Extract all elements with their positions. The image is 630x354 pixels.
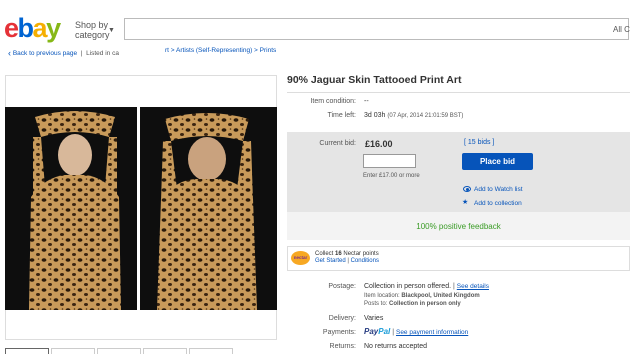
postage-text: Collection in person offered. <box>364 283 452 290</box>
back-to-previous-link[interactable]: Back to previous page <box>13 50 77 57</box>
back-arrow-icon[interactable]: ‹ <box>8 48 11 58</box>
bid-history-link[interactable]: [ 15 bids ] <box>464 139 494 146</box>
breadcrumb: ‹ Back to previous page | Listed in ca r… <box>8 47 277 58</box>
search-category-select[interactable]: All C <box>613 25 630 34</box>
time-left-label: Time left: <box>327 112 356 119</box>
condition-label: Item condition: <box>310 98 356 105</box>
time-left-value: 3d 03h (07 Apr, 2014 21:01:59 BST) <box>364 112 463 119</box>
current-price: £16.00 <box>365 139 393 149</box>
divider <box>287 92 630 93</box>
postage-label: Postage: <box>328 283 356 290</box>
returns-value: No returns accepted <box>364 343 428 350</box>
thumbnail[interactable] <box>5 348 49 354</box>
see-details-link[interactable]: See details <box>457 283 489 290</box>
thumbnail-strip <box>5 348 235 354</box>
category-path-link[interactable]: rt > Artists (Self-Representing) > Print… <box>165 47 276 54</box>
conditions-link[interactable]: Conditions <box>351 258 379 264</box>
category-label: category <box>75 30 110 40</box>
collect-suffix: Nectar points <box>341 251 379 257</box>
seller-feedback[interactable]: 100% positive feedback <box>287 222 630 231</box>
listed-in-label: Listed in ca <box>86 50 119 57</box>
search-input[interactable] <box>124 18 629 40</box>
separator: | <box>392 329 395 336</box>
returns-label: Returns: <box>329 343 356 350</box>
posts-to-value: Collection in person only <box>389 301 461 307</box>
time-left-countdown: 3d 03h <box>364 112 386 119</box>
payments-value: PayPal | See payment information <box>364 327 468 336</box>
thumbnail[interactable] <box>189 348 233 354</box>
payments-label: Payments: <box>322 329 356 336</box>
item-photo[interactable] <box>5 107 277 310</box>
current-bid-label: Current bid: <box>319 140 356 147</box>
collect-prefix: Collect <box>315 251 336 257</box>
posts-to-label: Posts to: <box>364 301 388 307</box>
place-bid-button[interactable]: Place bid <box>462 153 533 170</box>
thumbnail[interactable] <box>143 348 187 354</box>
paypal-logo: PayPal <box>364 327 390 336</box>
star-icon: ★ <box>462 199 469 206</box>
location-value: Blackpool, United Kingdom <box>401 293 480 299</box>
postage-value: Collection in person offered. | See deta… <box>364 283 489 290</box>
add-to-watch-list-link[interactable]: Add to Watch list <box>474 186 523 193</box>
paypal-part1: Pay <box>364 327 379 336</box>
posts-to: Posts to: Collection in person only <box>364 301 461 307</box>
separator: | <box>453 283 455 290</box>
eye-icon <box>463 186 471 192</box>
nectar-points-text: Collect 16 Nectar points <box>315 251 379 257</box>
get-started-link[interactable]: Get Started <box>315 258 346 264</box>
see-payment-info-link[interactable]: See payment information <box>396 329 468 336</box>
nectar-links: Get Started | Conditions <box>315 258 379 264</box>
separator: | <box>347 258 349 264</box>
item-location: Item location: Blackpool, United Kingdom <box>364 293 480 299</box>
ebay-logo[interactable]: ebay <box>4 14 61 42</box>
bid-amount-input[interactable] <box>363 154 416 168</box>
end-date: (07 Apr, 2014 21:01:59 BST) <box>387 113 464 119</box>
add-to-collection-link[interactable]: Add to collection <box>474 200 522 207</box>
delivery-label: Delivery: <box>328 315 356 322</box>
nectar-points-count: 16 <box>335 251 342 257</box>
paypal-part2: Pal <box>378 327 391 336</box>
nectar-logo: nectar <box>291 251 310 265</box>
thumbnail[interactable] <box>51 348 95 354</box>
item-title: 90% Jaguar Skin Tattooed Print Art <box>287 74 462 86</box>
delivery-value: Varies <box>364 315 384 322</box>
bid-hint: Enter £17.00 or more <box>363 173 420 179</box>
chevron-down-icon: ▼ <box>108 27 115 34</box>
condition-value: -- <box>364 98 369 105</box>
shop-by-label: Shop by <box>75 20 109 30</box>
thumbnail[interactable] <box>97 348 141 354</box>
shop-by-category-button[interactable]: Shop by category ▼ <box>75 20 115 40</box>
location-label: Item location: <box>364 293 400 299</box>
